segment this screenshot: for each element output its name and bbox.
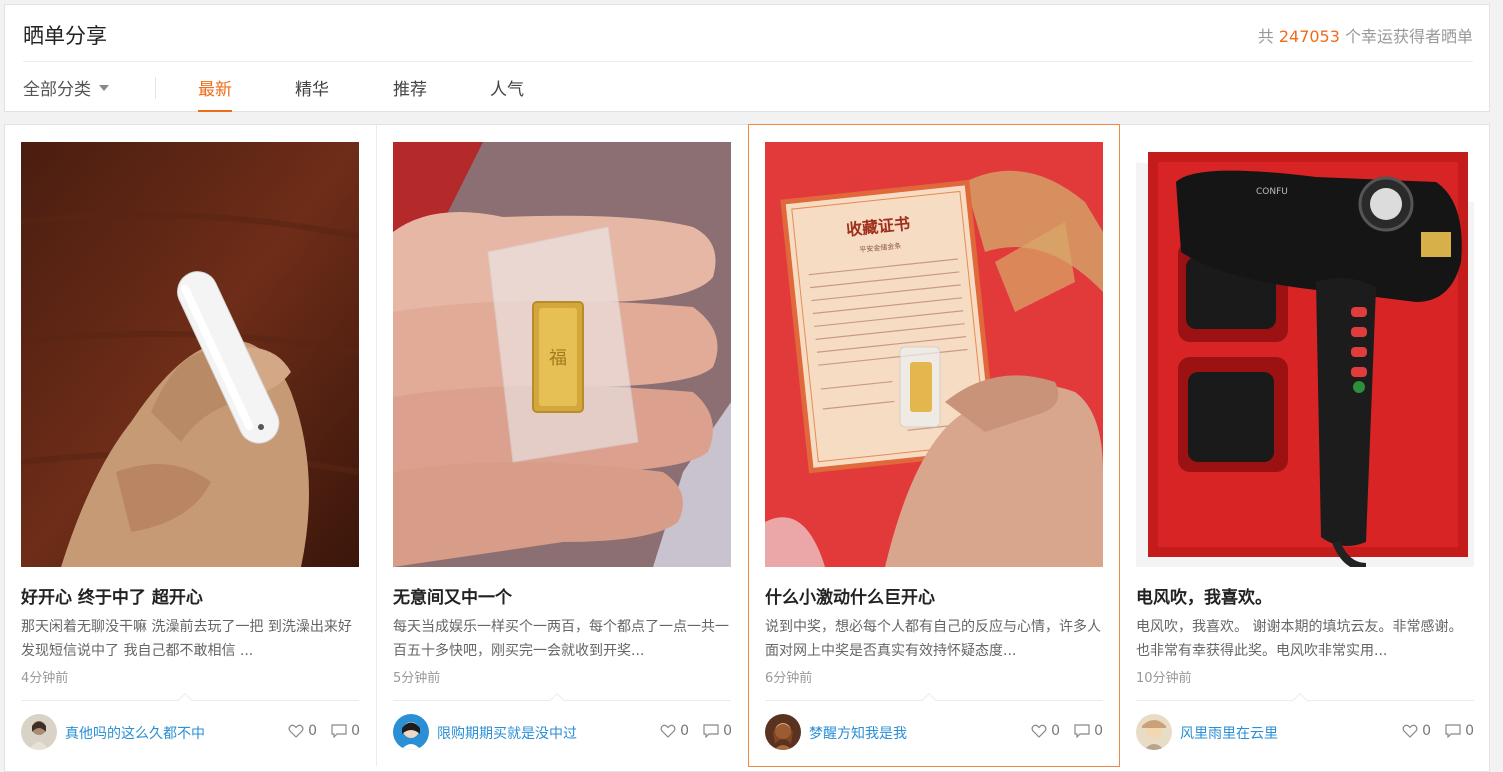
heart-icon[interactable] xyxy=(1402,724,1418,738)
post-stats: 0 0 xyxy=(660,723,732,739)
hair-dryer-photo-icon: CONFU xyxy=(1136,142,1474,567)
earpiece-photo-icon xyxy=(21,142,359,567)
post-title[interactable]: 好开心 终于中了 超开心 xyxy=(21,583,203,608)
post-stats: 0 0 xyxy=(1031,723,1103,739)
comment-icon[interactable] xyxy=(1445,724,1461,738)
post-photo[interactable]: 收藏证书 平安金储金条 xyxy=(765,142,1103,567)
share-card[interactable]: CONFU 电风吹，我喜欢。 电风吹，我喜欢。 谢谢本期的填坑云友。非常感谢。也… xyxy=(1120,125,1490,766)
comment-count: 0 xyxy=(1465,723,1474,739)
share-card-highlighted[interactable]: 收藏证书 平安金储金条 什么小激动什么巨开心 说到中奖，想必每个人都有自己的反应… xyxy=(748,124,1120,767)
share-grid: 好开心 终于中了 超开心 那天闲着无聊没干嘛 洗澡前去玩了一把 到洗澡出来好发现… xyxy=(4,124,1490,772)
divider-caret xyxy=(921,692,937,708)
tab-newest[interactable]: 最新 xyxy=(198,75,232,112)
category-dropdown[interactable]: 全部分类 xyxy=(23,75,109,100)
comment-count: 0 xyxy=(723,723,732,739)
page-title: 晒单分享 xyxy=(23,24,107,48)
post-time: 10分钟前 xyxy=(1136,671,1192,686)
divider xyxy=(155,77,156,99)
share-card[interactable]: 好开心 终于中了 超开心 那天闲着无聊没干嘛 洗澡前去玩了一把 到洗澡出来好发现… xyxy=(5,125,377,766)
post-desc: 那天闲着无聊没干嘛 洗澡前去玩了一把 到洗澡出来好发现短信说中了 我自己都不敢相… xyxy=(21,619,352,659)
post-time: 5分钟前 xyxy=(393,671,441,686)
heart-icon[interactable] xyxy=(660,724,676,738)
category-label: 全部分类 xyxy=(23,80,91,100)
like-count: 0 xyxy=(308,723,318,739)
post-photo[interactable] xyxy=(21,142,359,567)
like-count: 0 xyxy=(1051,723,1061,739)
post-title[interactable]: 什么小激动什么巨开心 xyxy=(765,583,935,608)
comment-count: 0 xyxy=(351,723,360,739)
avatar[interactable] xyxy=(765,714,801,750)
heart-icon[interactable] xyxy=(1031,724,1047,738)
avatar[interactable] xyxy=(393,714,429,750)
share-count: 共 247053 个幸运获得者晒单 xyxy=(1257,27,1473,46)
post-desc: 电风吹，我喜欢。 谢谢本期的填坑云友。非常感谢。也非常有幸获得此奖。电风吹非常实… xyxy=(1136,619,1463,659)
tab-popular[interactable]: 人气 xyxy=(490,75,524,100)
comment-icon[interactable] xyxy=(331,724,347,738)
post-time: 6分钟前 xyxy=(765,671,813,686)
header-divider xyxy=(23,61,1473,62)
share-card[interactable]: 福 无意间又中一个 每天当成娱乐一样买个一两百，每个都点了一点一共一百五十多快吧… xyxy=(377,125,749,766)
gold-bar-photo-icon: 福 xyxy=(393,142,731,567)
avatar[interactable] xyxy=(21,714,57,750)
chevron-down-icon xyxy=(99,84,109,91)
user-name-link[interactable]: 风里雨里在云里 xyxy=(1180,723,1278,743)
avatar[interactable] xyxy=(1136,714,1172,750)
post-stats: 0 0 xyxy=(1402,723,1474,739)
user-name-link[interactable]: 梦醒方知我是我 xyxy=(809,723,907,743)
post-photo[interactable]: 福 xyxy=(393,142,731,567)
user-name-link[interactable]: 限购期期买就是没中过 xyxy=(437,723,577,743)
post-desc: 说到中奖，想必每个人都有自己的反应与心情，许多人面对网上中奖是否真实有效持怀疑态… xyxy=(765,619,1101,659)
post-title[interactable]: 无意间又中一个 xyxy=(393,583,512,608)
post-time: 4分钟前 xyxy=(21,671,69,686)
user-name-link[interactable]: 真他吗的这么久都不中 xyxy=(65,723,205,743)
divider-caret xyxy=(549,692,565,708)
divider-caret xyxy=(1292,692,1308,708)
share-count-number: 247053 xyxy=(1278,27,1340,46)
post-stats: 0 0 xyxy=(288,723,360,739)
svg-text:CONFU: CONFU xyxy=(1256,187,1288,197)
post-photo[interactable]: CONFU xyxy=(1136,142,1474,567)
comment-icon[interactable] xyxy=(703,724,719,738)
tab-featured[interactable]: 精华 xyxy=(295,75,329,100)
comment-icon[interactable] xyxy=(1074,724,1090,738)
certificate-photo-icon: 收藏证书 平安金储金条 xyxy=(765,142,1103,567)
tab-recommended[interactable]: 推荐 xyxy=(393,75,427,100)
divider-caret xyxy=(177,692,193,708)
comment-count: 0 xyxy=(1094,723,1103,739)
like-count: 0 xyxy=(1422,723,1432,739)
share-header: 晒单分享 共 247053 个幸运获得者晒单 全部分类 最新 精华 推荐 人气 xyxy=(4,4,1490,112)
heart-icon[interactable] xyxy=(288,724,304,738)
post-desc: 每天当成娱乐一样买个一两百，每个都点了一点一共一百五十多快吧，刚买完一会就收到开… xyxy=(393,619,729,659)
like-count: 0 xyxy=(680,723,690,739)
svg-text:福: 福 xyxy=(549,348,567,369)
post-title[interactable]: 电风吹，我喜欢。 xyxy=(1136,583,1272,608)
